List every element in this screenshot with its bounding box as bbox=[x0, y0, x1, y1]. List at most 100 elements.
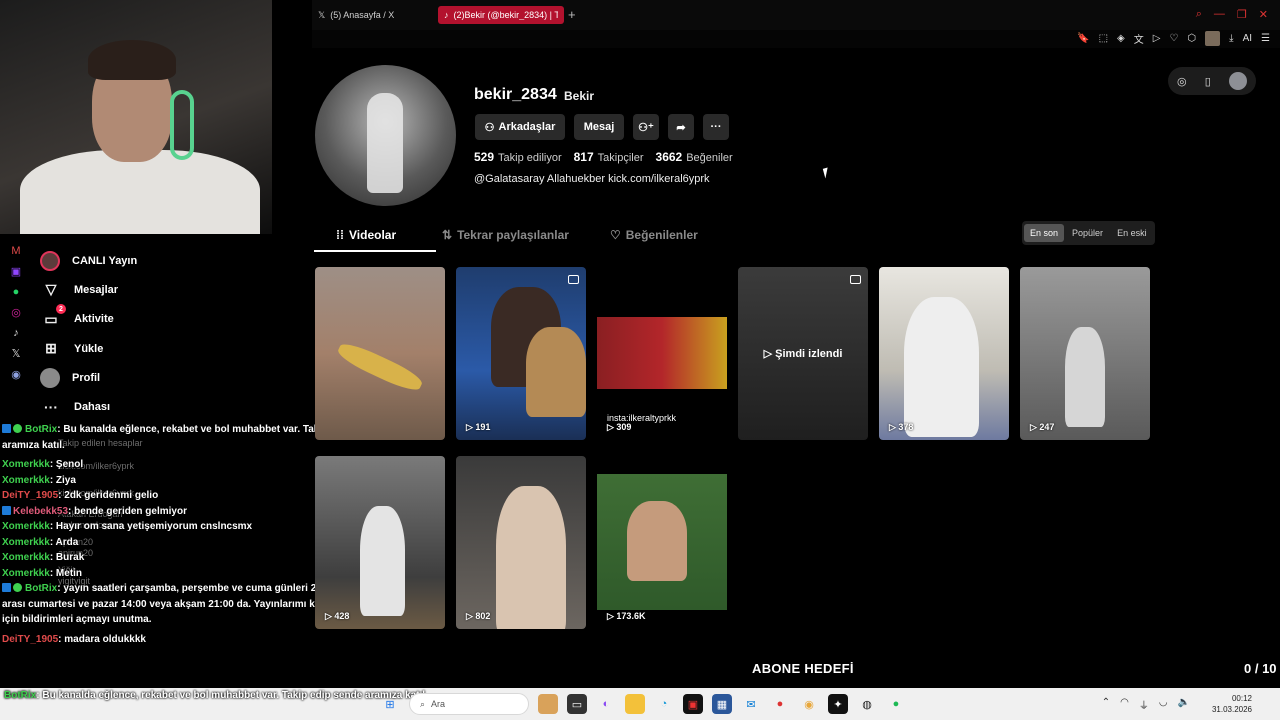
video-thumbnail-jacket bbox=[526, 327, 586, 417]
sidebar-item-upload[interactable]: ⊞ Yükle bbox=[40, 334, 310, 363]
shield-icon[interactable]: ◈ bbox=[1117, 33, 1125, 44]
search-icon[interactable]: ⌕ bbox=[1196, 8, 1202, 21]
verified-icon bbox=[13, 583, 22, 592]
close-icon[interactable]: ✕ bbox=[1259, 8, 1268, 21]
ai-button[interactable]: AI bbox=[1243, 33, 1252, 44]
video-thumbnail-person bbox=[1065, 327, 1105, 427]
new-tab-button[interactable]: + bbox=[568, 7, 576, 22]
friends-button[interactable]: ⚇ Arkadaşlar bbox=[475, 114, 565, 140]
video-thumbnail-match bbox=[597, 317, 727, 389]
obs-icon[interactable]: ◍ bbox=[857, 694, 877, 714]
mouse-cursor bbox=[822, 167, 831, 179]
video-card[interactable]: ▷ 378 bbox=[879, 267, 1009, 440]
profile-bio: @Galatasaray Allahuekber kick.com/ilkera… bbox=[474, 173, 710, 185]
video-card[interactable]: ▷ 191 bbox=[456, 267, 586, 440]
spotify-icon[interactable]: ● bbox=[886, 694, 906, 714]
instagram-icon[interactable]: ◎ bbox=[11, 306, 21, 319]
video-card[interactable]: ▷ 247 bbox=[1020, 267, 1150, 440]
video-card[interactable]: insta:ilkeraltyprkk ▷ 309 bbox=[597, 267, 727, 440]
translate-icon[interactable]: 文 bbox=[1134, 31, 1144, 46]
file-explorer-icon[interactable] bbox=[625, 694, 645, 714]
taskbar-search[interactable]: ⌕ Ara bbox=[409, 693, 529, 715]
add-friend-icon[interactable]: ⚇⁺ bbox=[633, 114, 659, 140]
restore-icon[interactable]: ❐ bbox=[1237, 8, 1247, 21]
outlook-icon[interactable]: ✉ bbox=[741, 694, 761, 714]
tiktok-icon[interactable]: ♪ bbox=[13, 327, 19, 339]
webcam-person-body bbox=[20, 150, 260, 234]
sidebar-item-activity[interactable]: ▭ 2 Aktivite bbox=[40, 304, 310, 334]
sidebar-item-messages[interactable]: ▽ Mesajlar bbox=[40, 275, 310, 304]
activity-icon: ▭ 2 bbox=[40, 304, 66, 330]
tab-x-home[interactable]: 𝕏 (5) Anasayfa / X bbox=[312, 6, 400, 24]
verified-icon bbox=[13, 424, 22, 433]
video-card[interactable]: ▷ Şimdi izlendi bbox=[738, 267, 868, 440]
webcam-person-hair bbox=[88, 40, 176, 80]
capcut-icon[interactable]: ✦ bbox=[828, 694, 848, 714]
photo-carousel-icon bbox=[850, 275, 861, 284]
upload-icon: ⊞ bbox=[45, 340, 57, 357]
sort-oldest[interactable]: En eski bbox=[1111, 224, 1153, 242]
bookmark-icon[interactable]: 🔖 bbox=[1077, 33, 1089, 44]
profile-username: bekir_2834 bbox=[474, 86, 557, 103]
side-app-strip: M ▣ ● ◎ ♪ 𝕏 ◉ bbox=[4, 245, 28, 381]
chevron-up-icon[interactable]: ⌃ bbox=[1102, 697, 1110, 712]
mail-icon[interactable]: M bbox=[11, 245, 20, 257]
sidebar-item-more[interactable]: ··· Dahası bbox=[40, 392, 310, 421]
tab-videos[interactable]: ⁞⁞ Videolar bbox=[336, 228, 396, 242]
view-count: ▷ 309 bbox=[607, 422, 632, 432]
taskbar-clock[interactable]: 00:12 31.03.2026 bbox=[1212, 693, 1252, 715]
menu-icon[interactable]: ☰ bbox=[1261, 33, 1270, 44]
sidebar-item-profile[interactable]: Profil bbox=[40, 363, 310, 392]
x-logo-icon: 𝕏 bbox=[318, 9, 326, 20]
stat-followers[interactable]: 817 Takipçiler bbox=[574, 150, 644, 164]
more-icon: ··· bbox=[44, 399, 58, 416]
x-icon[interactable]: 𝕏 bbox=[12, 347, 21, 360]
download-icon[interactable]: ⤓ bbox=[1229, 33, 1233, 44]
video-card[interactable]: ▷ 173.6K bbox=[597, 456, 727, 629]
video-card[interactable] bbox=[315, 267, 445, 440]
video-thumbnail-plane bbox=[334, 338, 426, 396]
browser-toolbar: 🔖 ⬚ ◈ 文 ▷ ♡ ⬡ ⤓ AI ☰ bbox=[1077, 31, 1270, 46]
device-icon[interactable]: ▯ bbox=[1205, 75, 1211, 88]
app-icon[interactable]: ▣ bbox=[683, 694, 703, 714]
tab-liked[interactable]: ♡ Beğenilenler bbox=[610, 228, 698, 242]
stat-likes: 3662 Beğeniler bbox=[655, 150, 733, 164]
wifi-icon[interactable]: ◡ bbox=[1159, 697, 1168, 712]
usb-icon[interactable]: ⏚ bbox=[1139, 697, 1149, 712]
widget-icon[interactable] bbox=[538, 694, 558, 714]
edge-icon[interactable]: ◔ bbox=[654, 694, 674, 714]
heart-icon[interactable]: ♡ bbox=[1169, 33, 1178, 44]
chrome-icon[interactable]: ◉ bbox=[799, 694, 819, 714]
whatsapp-icon[interactable]: ● bbox=[13, 286, 20, 298]
sort-latest[interactable]: En son bbox=[1024, 224, 1065, 242]
sort-popular[interactable]: Popüler bbox=[1066, 224, 1109, 242]
stat-following[interactable]: 529 Takip ediliyor bbox=[474, 150, 562, 164]
more-options-icon[interactable]: ··· bbox=[703, 114, 729, 140]
copilot-icon[interactable]: ◐ bbox=[596, 694, 616, 714]
opera-icon[interactable]: ● bbox=[770, 694, 790, 714]
tab-tiktok-profile[interactable]: ♪ (2)Bekir (@bekir_2834) | T bbox=[438, 6, 564, 24]
screenshot-icon[interactable]: ⬚ bbox=[1099, 33, 1108, 44]
video-card[interactable]: ▷ 802 bbox=[456, 456, 586, 629]
chat-message: DeiTY_1905: madara oldukkkk bbox=[2, 633, 146, 645]
sidebar-item-live[interactable]: CANLI Yayın bbox=[40, 246, 310, 275]
windows-start-icon[interactable]: ⊞ bbox=[380, 694, 400, 714]
compass-icon[interactable]: ◎ bbox=[1177, 75, 1187, 88]
discord-icon[interactable]: ◉ bbox=[11, 368, 21, 381]
share-icon[interactable]: ➦ bbox=[668, 114, 694, 140]
network-icon[interactable]: ◠ bbox=[1120, 697, 1129, 712]
volume-icon[interactable]: 🔈 bbox=[1178, 697, 1190, 712]
twitch-icon[interactable]: ▣ bbox=[11, 265, 21, 278]
minimize-icon[interactable]: — bbox=[1214, 8, 1225, 21]
store-icon[interactable]: ▦ bbox=[712, 694, 732, 714]
extensions-icon[interactable]: ⬡ bbox=[1187, 33, 1196, 44]
video-thumbnail-person bbox=[496, 486, 566, 629]
profile-avatar-button[interactable] bbox=[1205, 31, 1221, 46]
video-thumbnail-person bbox=[904, 297, 979, 437]
message-button[interactable]: Mesaj bbox=[574, 114, 624, 140]
user-avatar-icon[interactable] bbox=[1228, 72, 1247, 90]
task-view-icon[interactable]: ▭ bbox=[567, 694, 587, 714]
video-card[interactable]: ▷ 428 bbox=[315, 456, 445, 629]
play-icon[interactable]: ▷ bbox=[1153, 33, 1161, 44]
tab-reposts[interactable]: ⇅ Tekrar paylaşılanlar bbox=[442, 228, 569, 242]
